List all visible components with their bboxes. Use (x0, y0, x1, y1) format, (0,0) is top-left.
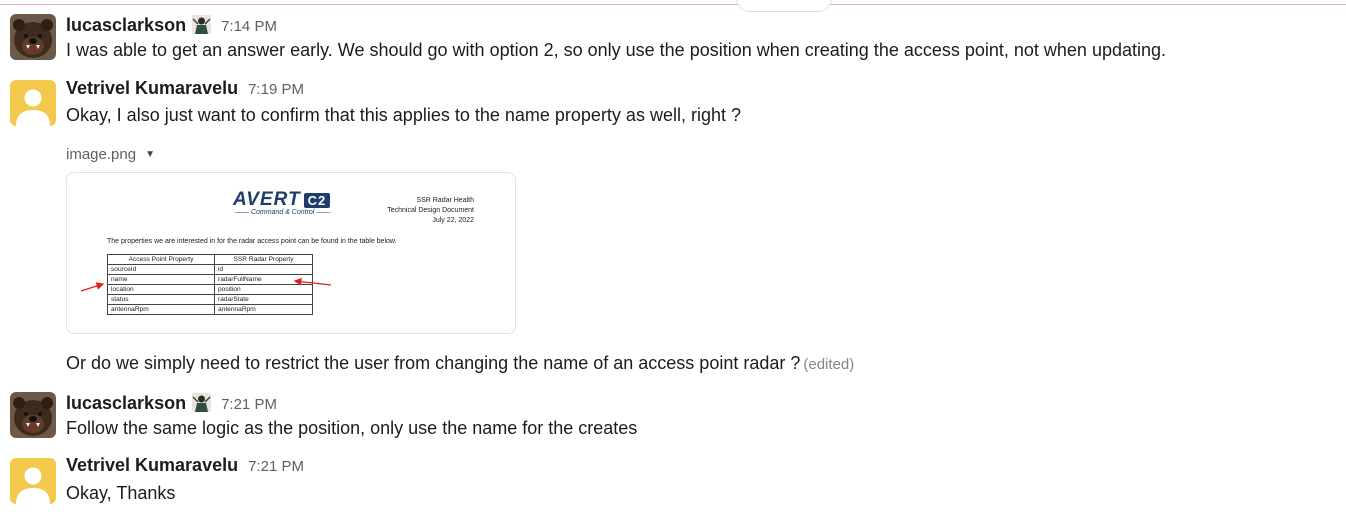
message-text: Okay, Thanks (66, 483, 176, 503)
caret-down-icon[interactable]: ▼ (145, 149, 155, 160)
message-timestamp[interactable]: 7:21 PM (248, 458, 304, 475)
message-followup-text: Or do we simply need to restrict the use… (66, 353, 855, 373)
author-name[interactable]: Vetrivel Kumaravelu (66, 78, 238, 99)
message-text: Okay, I also just want to confirm that t… (66, 105, 741, 125)
message-3: lucasclarkson 7:21 PM Follow the same lo… (0, 380, 1346, 446)
file-name: image.png (66, 146, 137, 163)
annotation-arrow-left (80, 282, 105, 292)
message-text: I was able to get an answer early. We sh… (66, 40, 1167, 60)
message-timestamp[interactable]: 7:14 PM (221, 18, 277, 35)
bear-avatar[interactable] (10, 392, 56, 438)
document-preview: AVERT C2 —— Command & Control —— SSR Rada… (67, 173, 515, 333)
default-user-avatar[interactable] (10, 458, 56, 504)
message-timestamp[interactable]: 7:21 PM (221, 396, 277, 413)
message-timestamp[interactable]: 7:19 PM (248, 81, 304, 98)
image-attachment[interactable]: AVERT C2 —— Command & Control —— SSR Rada… (66, 172, 516, 334)
annotation-arrows (80, 277, 332, 292)
message-1: lucasclarkson 7:14 PM I was able to get … (0, 0, 1346, 70)
author-name[interactable]: lucasclarkson (66, 15, 186, 36)
author-name[interactable]: Vetrivel Kumaravelu (66, 455, 238, 476)
message-4: Vetrivel Kumaravelu 7:21 PM Okay, Thanks (0, 446, 1346, 526)
default-user-avatar[interactable] (10, 80, 56, 126)
message-text: Follow the same logic as the position, o… (66, 418, 638, 438)
author-name[interactable]: lucasclarkson (66, 393, 186, 414)
edited-label: (edited) (803, 356, 855, 373)
status-emoji-icon[interactable] (192, 15, 212, 34)
status-emoji-icon[interactable] (192, 393, 212, 412)
annotation-arrow-right (293, 277, 332, 286)
file-name-toggle[interactable]: image.png ▼ (66, 146, 155, 163)
bear-avatar[interactable] (10, 14, 56, 60)
